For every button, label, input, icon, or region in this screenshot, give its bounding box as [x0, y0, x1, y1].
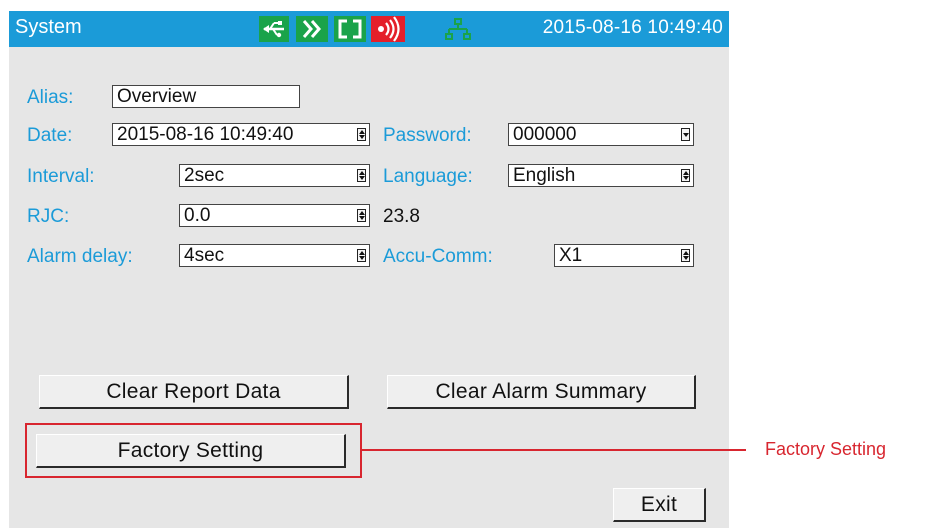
interval-value: 2sec: [184, 165, 225, 186]
date-spinner-icon[interactable]: [357, 128, 366, 141]
alias-value: Overview: [117, 86, 197, 107]
date-field[interactable]: 2015-08-16 10:49:40: [112, 123, 370, 146]
rjc-field[interactable]: 0.0: [179, 204, 370, 227]
date-label: Date:: [27, 125, 73, 146]
page-title: System: [15, 16, 82, 38]
password-value: 000000: [513, 124, 577, 145]
language-value: English: [513, 165, 576, 186]
alarm-delay-label: Alarm delay:: [27, 246, 133, 267]
alarm-delay-spinner-icon[interactable]: [357, 249, 366, 262]
rjc-spinner-icon[interactable]: [357, 209, 366, 222]
rjc-value: 0.0: [184, 205, 211, 226]
interval-select[interactable]: 2sec: [179, 164, 370, 187]
accu-comm-value: X1: [559, 245, 583, 266]
alarm-delay-value: 4sec: [184, 245, 225, 266]
network-icon: [442, 16, 474, 42]
run-icon: [296, 16, 328, 42]
clear-alarm-summary-button[interactable]: Clear Alarm Summary: [387, 375, 696, 409]
alarm-icon: [371, 16, 405, 42]
language-label: Language:: [383, 166, 473, 187]
accu-comm-spinner-icon[interactable]: [681, 249, 690, 262]
password-field[interactable]: 000000: [508, 123, 694, 146]
language-select[interactable]: English: [508, 164, 694, 187]
callout-label: Factory Setting: [765, 439, 887, 459]
rjc-label: RJC:: [27, 206, 70, 227]
interval-spinner-icon[interactable]: [357, 169, 366, 182]
clock-datetime: 2015-08-16 10:49:40: [542, 17, 723, 38]
rjc-reading: 23.8: [383, 206, 420, 227]
language-spinner-icon[interactable]: [681, 169, 690, 182]
interval-label: Interval:: [27, 166, 95, 187]
callout-line: [362, 449, 746, 451]
password-dropdown-icon[interactable]: [681, 128, 690, 141]
cycle-icon: [334, 16, 366, 42]
factory-setting-highlight: [25, 423, 362, 478]
alarm-delay-select[interactable]: 4sec: [179, 244, 370, 267]
password-label: Password:: [383, 125, 472, 146]
accu-comm-select[interactable]: X1: [554, 244, 694, 267]
clear-report-data-button[interactable]: Clear Report Data: [39, 375, 349, 409]
usb-icon: [259, 16, 289, 42]
alias-field[interactable]: Overview: [112, 85, 300, 108]
date-value: 2015-08-16 10:49:40: [117, 124, 294, 145]
title-bar: System 2015-08-16 10:49:40: [9, 11, 729, 47]
alias-label: Alias:: [27, 87, 74, 108]
accu-comm-label: Accu-Comm:: [383, 246, 493, 267]
exit-button[interactable]: Exit: [613, 488, 706, 522]
